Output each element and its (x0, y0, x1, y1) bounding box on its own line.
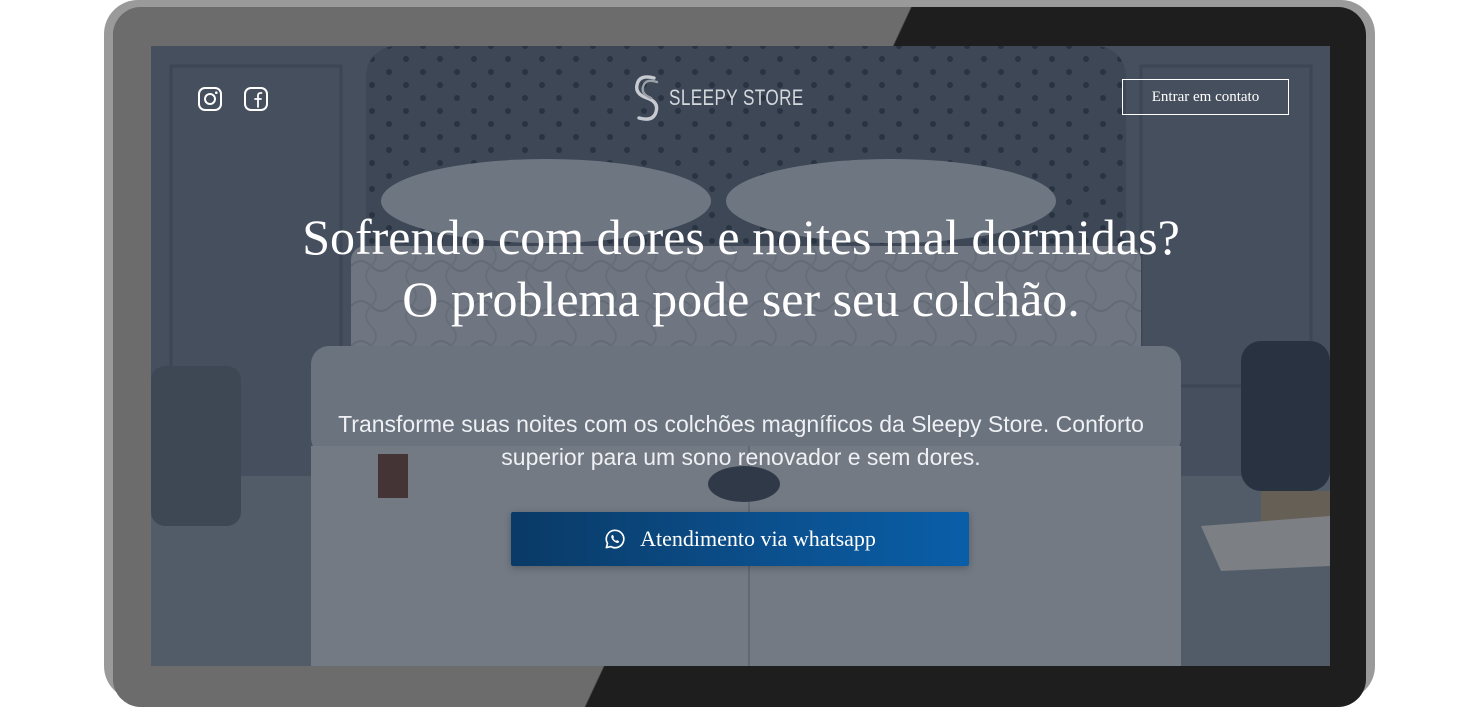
social-links (197, 86, 269, 112)
facebook-icon[interactable] (243, 86, 269, 112)
hero-subtitle: Transforme suas noites com os colchões m… (338, 411, 1144, 470)
logo[interactable]: SLEEPY STORE (627, 72, 842, 124)
whatsapp-icon (605, 529, 625, 549)
contact-button[interactable]: Entrar em contato (1122, 79, 1289, 115)
logo-mark-icon (635, 75, 659, 121)
dark-overlay (151, 46, 1330, 666)
instagram-icon[interactable] (197, 86, 223, 112)
logo-text: SLEEPY STORE (669, 85, 804, 110)
whatsapp-cta-button[interactable]: Atendimento via whatsapp (511, 512, 969, 566)
hero-headline: Sofrendo com dores e noites mal dormidas… (302, 209, 1180, 327)
whatsapp-cta-label: Atendimento via whatsapp (640, 526, 876, 551)
website-screen: SLEEPY STORE Entrar em contato Sofrendo … (151, 46, 1330, 666)
